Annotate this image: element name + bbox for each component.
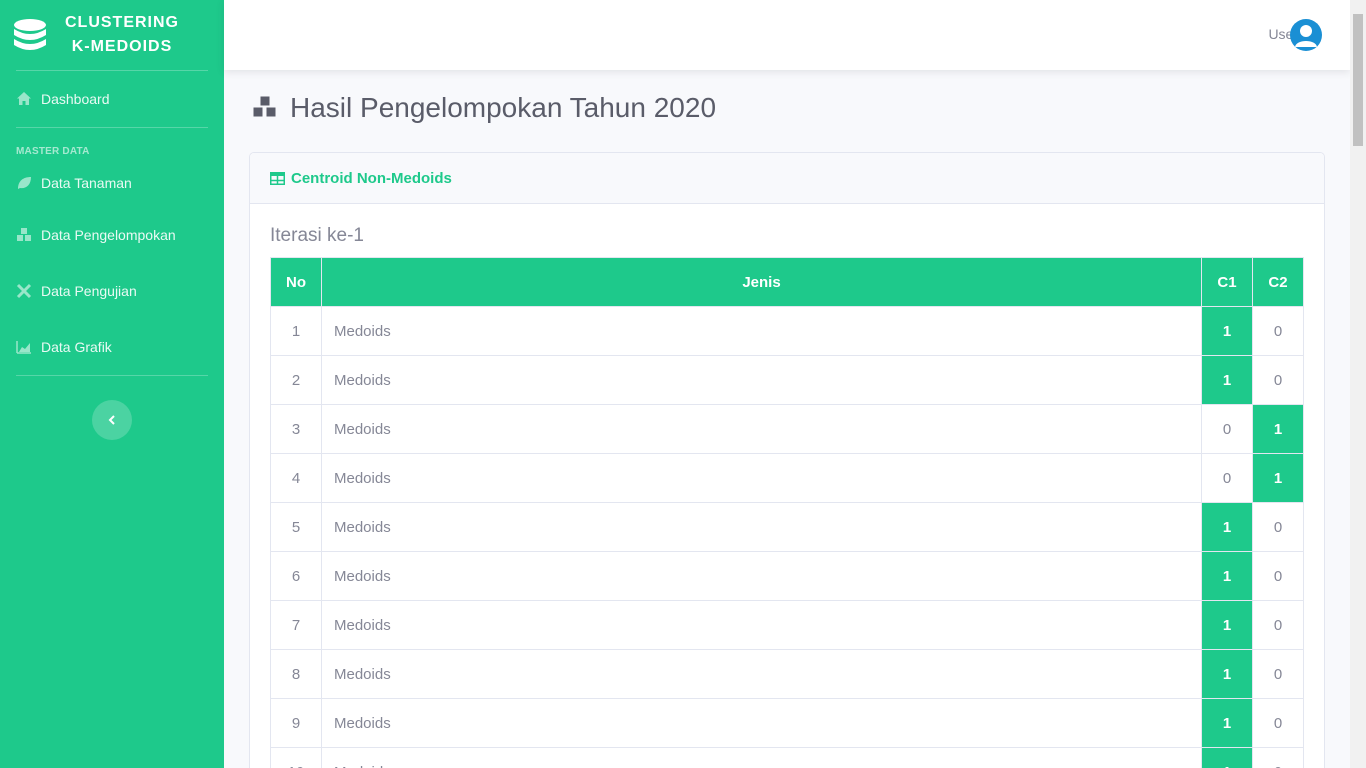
sidebar-divider — [16, 375, 208, 376]
column-header-c1: C1 — [1201, 257, 1253, 307]
cell-c2: 0 — [1252, 355, 1304, 405]
cell-c2: 1 — [1252, 453, 1304, 503]
cell-c1: 0 — [1201, 453, 1253, 503]
sidebar-item-label: Data Pengujian — [41, 283, 137, 299]
cell-c1: 1 — [1201, 502, 1253, 552]
sidebar-toggle-button[interactable] — [92, 400, 132, 440]
card-header-title: Centroid Non-Medoids — [291, 169, 452, 187]
cell-c1: 1 — [1201, 306, 1253, 356]
iteration-label: Iterasi ke-1 — [270, 225, 364, 246]
cubes-icon — [252, 95, 277, 118]
cell-c1: 1 — [1201, 649, 1253, 699]
table-row: 4 Medoids 0 1 — [270, 453, 1304, 503]
cell-no: 9 — [270, 698, 322, 748]
leaf-icon — [18, 177, 31, 189]
sidebar-item-dashboard[interactable]: Dashboard — [0, 71, 224, 127]
cell-jenis: Medoids — [321, 502, 1202, 552]
cell-jenis: Medoids — [321, 698, 1202, 748]
table-row: 5 Medoids 1 0 — [270, 502, 1304, 552]
table-row: 2 Medoids 1 0 — [270, 355, 1304, 405]
table-row: 7 Medoids 1 0 — [270, 600, 1304, 650]
cell-c2: 0 — [1252, 649, 1304, 699]
sidebar-item-data-grafik[interactable]: Data Grafik — [0, 319, 224, 375]
cell-c2: 0 — [1252, 600, 1304, 650]
table-icon — [270, 171, 285, 185]
sidebar: CLUSTERING K-MEDOIDS Dashboard MASTER DA… — [0, 0, 224, 768]
cubes-icon — [17, 228, 31, 241]
cell-jenis: Medoids — [321, 649, 1202, 699]
cell-c1: 0 — [1201, 404, 1253, 454]
page-title: Hasil Pengelompokan Tahun 2020 — [250, 92, 716, 124]
table-row: 3 Medoids 0 1 — [270, 404, 1304, 454]
cell-jenis: Medoids — [321, 747, 1202, 768]
cell-jenis: Medoids — [321, 306, 1202, 356]
cell-c1: 1 — [1201, 698, 1253, 748]
cell-jenis: Medoids — [321, 551, 1202, 601]
cell-c1: 1 — [1201, 600, 1253, 650]
cell-no: 2 — [270, 355, 322, 405]
page-title-text: Hasil Pengelompokan Tahun 2020 — [290, 92, 717, 123]
chevron-left-icon — [108, 415, 115, 425]
cell-no: 8 — [270, 649, 322, 699]
user-avatar-icon[interactable] — [1290, 19, 1322, 51]
table-header-row: No Jenis C1 C2 — [270, 257, 1304, 307]
topbar: User — [224, 0, 1350, 70]
cell-c2: 0 — [1252, 698, 1304, 748]
sidebar-item-label: Dashboard — [41, 91, 110, 107]
chart-area-icon — [16, 341, 31, 354]
card-header: Centroid Non-Medoids — [250, 153, 1324, 204]
tools-icon — [16, 283, 32, 299]
sidebar-heading: MASTER DATA — [16, 146, 90, 157]
cell-jenis: Medoids — [321, 453, 1202, 503]
cell-no: 3 — [270, 404, 322, 454]
cell-no: 10 — [270, 747, 322, 768]
cell-no: 7 — [270, 600, 322, 650]
sidebar-item-data-pengujian[interactable]: Data Pengujian — [0, 263, 224, 319]
centroid-table: No Jenis C1 C2 1 Medoids 1 0 2 Medoids 1 0 3 Medo… — [270, 257, 1304, 768]
column-header-jenis: Jenis — [321, 257, 1202, 307]
sidebar-item-label: Data Grafik — [41, 339, 112, 355]
column-header-c2: C2 — [1252, 257, 1304, 307]
sidebar-item-data-tanaman[interactable]: Data Tanaman — [0, 159, 224, 207]
cell-c2: 0 — [1252, 502, 1304, 552]
cell-jenis: Medoids — [321, 600, 1202, 650]
table-row: 1 Medoids 1 0 — [270, 306, 1304, 356]
cell-c1: 1 — [1201, 551, 1253, 601]
column-header-no: No — [270, 257, 322, 307]
table-row: 6 Medoids 1 0 — [270, 551, 1304, 601]
cell-c1: 1 — [1201, 355, 1253, 405]
cell-no: 1 — [270, 306, 322, 356]
cell-no: 6 — [270, 551, 322, 601]
cell-jenis: Medoids — [321, 404, 1202, 454]
brand-line2: K-MEDOIDS — [71, 38, 173, 55]
cell-jenis: Medoids — [321, 355, 1202, 405]
cell-no: 4 — [270, 453, 322, 503]
centroid-card: Centroid Non-Medoids Iterasi ke-1 No Jen… — [249, 152, 1325, 768]
database-icon — [14, 19, 46, 50]
sidebar-item-data-pengelompokan[interactable]: Data Pengelompokan — [0, 207, 224, 263]
brand-line1: CLUSTERING — [65, 14, 179, 31]
sidebar-item-label: Data Tanaman — [41, 175, 132, 191]
cell-c2: 1 — [1252, 404, 1304, 454]
page-scrollbar[interactable] — [1350, 0, 1366, 768]
cell-no: 5 — [270, 502, 322, 552]
table-row: 9 Medoids 1 0 — [270, 698, 1304, 748]
home-icon — [17, 92, 31, 105]
table-row: 10Medoids10 — [270, 747, 1304, 768]
cell-c2: 0 — [1252, 306, 1304, 356]
brand[interactable]: CLUSTERING K-MEDOIDS — [0, 0, 224, 70]
cell-c1: 1 — [1201, 747, 1253, 768]
cell-c2: 0 — [1252, 747, 1304, 768]
scrollbar-thumb[interactable] — [1353, 14, 1363, 146]
table-row: 8 Medoids 1 0 — [270, 649, 1304, 699]
cell-c2: 0 — [1252, 551, 1304, 601]
sidebar-item-label: Data Pengelompokan — [41, 227, 176, 243]
